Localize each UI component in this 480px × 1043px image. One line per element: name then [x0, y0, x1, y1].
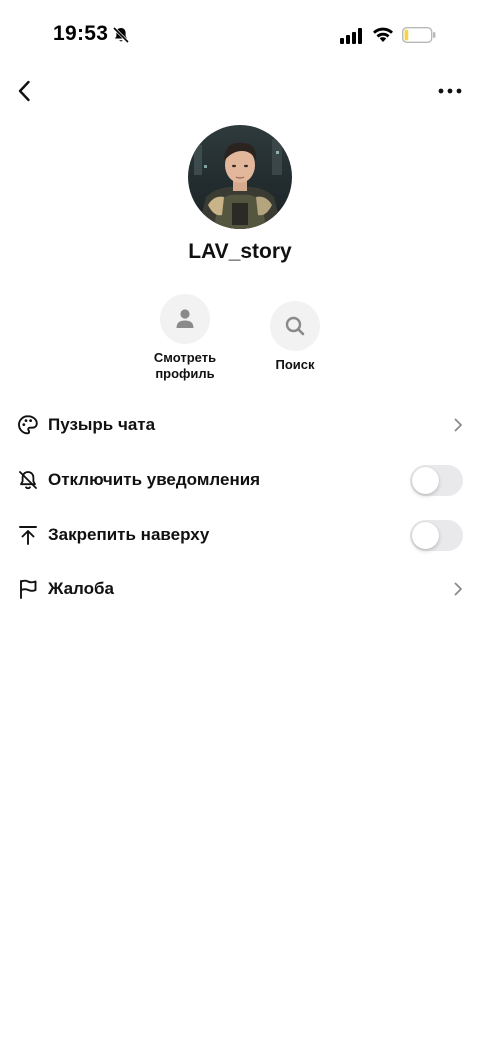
search-label: Поиск [275, 357, 315, 372]
wifi-icon [373, 27, 393, 42]
toggle-knob [412, 467, 439, 494]
report-row[interactable]: Жалоба [0, 567, 480, 611]
pin-to-top-icon [19, 526, 37, 545]
status-time: 19:53 [53, 22, 109, 45]
mute-notifications-toggle[interactable] [410, 465, 463, 496]
bell-off-icon [19, 471, 37, 490]
ellipsis-icon [438, 88, 462, 94]
palette-icon [18, 415, 38, 435]
more-options-button[interactable] [436, 80, 464, 102]
search-circle[interactable] [270, 301, 320, 351]
search-icon [285, 316, 305, 336]
report-label: Жалоба [48, 579, 114, 598]
toggle-knob [412, 522, 439, 549]
mute-notifications-row: Отключить уведомления [0, 458, 480, 502]
mute-notifications-label: Отключить уведомления [48, 470, 261, 489]
pin-to-top-label: Закрепить наверху [48, 525, 210, 544]
avatar[interactable] [188, 125, 292, 229]
flag-icon [20, 579, 37, 599]
signal-icon [340, 28, 362, 44]
view-profile-circle[interactable] [160, 294, 210, 344]
chevron-left-icon [18, 80, 30, 102]
person-icon [176, 309, 194, 328]
chat-bubble-label: Пузырь чата [48, 415, 156, 434]
avatar-image [188, 125, 292, 229]
chat-bubble-row[interactable]: Пузырь чата [0, 403, 480, 447]
pin-to-top-toggle[interactable] [410, 520, 463, 551]
bell-slash-icon [112, 26, 130, 44]
battery-icon [402, 27, 436, 43]
status-bar: 19:53 [0, 0, 480, 70]
back-button[interactable] [12, 78, 38, 104]
chevron-right-icon [454, 582, 462, 596]
view-profile-label: Смотреть профиль [153, 350, 217, 381]
pin-to-top-row: Закрепить наверху [0, 513, 480, 557]
view-profile-button[interactable]: Смотреть профиль [130, 294, 240, 382]
chevron-right-icon [454, 418, 462, 432]
profile-username: LAV_story [188, 240, 292, 263]
search-button[interactable]: Поиск [240, 301, 350, 373]
